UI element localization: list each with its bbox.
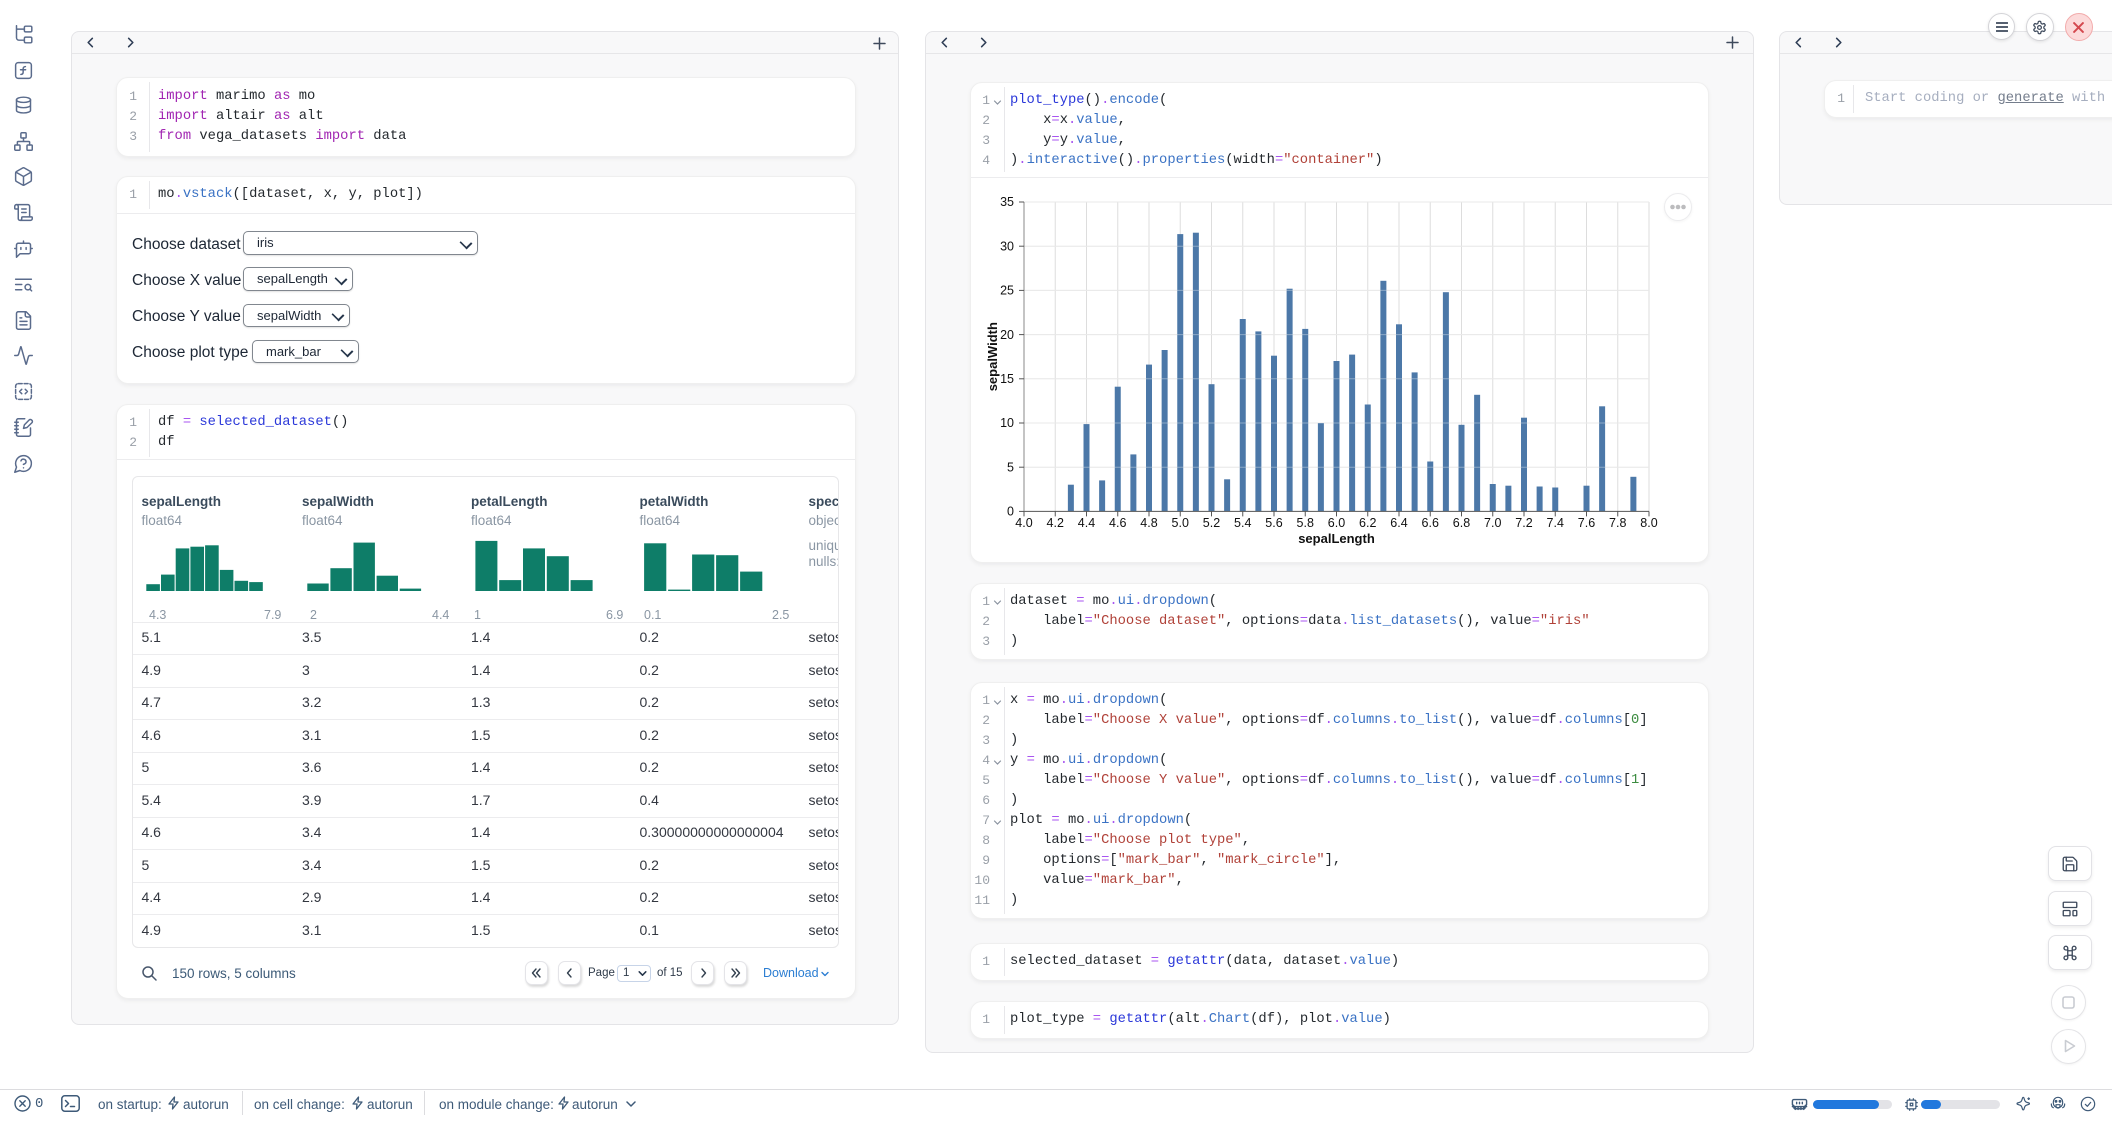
svg-text:6.6: 6.6: [1422, 516, 1439, 530]
svg-text:35: 35: [1000, 195, 1014, 209]
svg-text:6.8: 6.8: [1453, 516, 1470, 530]
svg-text:6.0: 6.0: [1328, 516, 1345, 530]
svg-text:4.0: 4.0: [1015, 516, 1032, 530]
svg-text:4.4: 4.4: [1078, 516, 1095, 530]
svg-text:6.4: 6.4: [1390, 516, 1407, 530]
svg-text:4.6: 4.6: [1109, 516, 1126, 530]
svg-text:7.0: 7.0: [1484, 516, 1501, 530]
svg-text:4.8: 4.8: [1140, 516, 1157, 530]
svg-text:5.2: 5.2: [1203, 516, 1220, 530]
svg-text:sepalWidth: sepalWidth: [985, 322, 1000, 391]
svg-text:5.4: 5.4: [1234, 516, 1251, 530]
svg-text:7.2: 7.2: [1515, 516, 1532, 530]
svg-text:7.8: 7.8: [1609, 516, 1626, 530]
svg-text:7.6: 7.6: [1578, 516, 1595, 530]
svg-text:4.2: 4.2: [1047, 516, 1064, 530]
svg-text:8.0: 8.0: [1640, 516, 1657, 530]
svg-text:6.2: 6.2: [1359, 516, 1376, 530]
svg-text:7.4: 7.4: [1547, 516, 1564, 530]
svg-text:sepalLength: sepalLength: [1298, 531, 1375, 546]
svg-text:15: 15: [1000, 372, 1014, 386]
svg-text:10: 10: [1000, 416, 1014, 430]
svg-text:0: 0: [1007, 505, 1014, 519]
svg-text:5.6: 5.6: [1265, 516, 1282, 530]
svg-text:5.8: 5.8: [1297, 516, 1314, 530]
svg-text:5.0: 5.0: [1172, 516, 1189, 530]
svg-text:25: 25: [1000, 284, 1014, 298]
svg-text:30: 30: [1000, 239, 1014, 253]
svg-text:5: 5: [1007, 460, 1014, 474]
svg-text:20: 20: [1000, 328, 1014, 342]
